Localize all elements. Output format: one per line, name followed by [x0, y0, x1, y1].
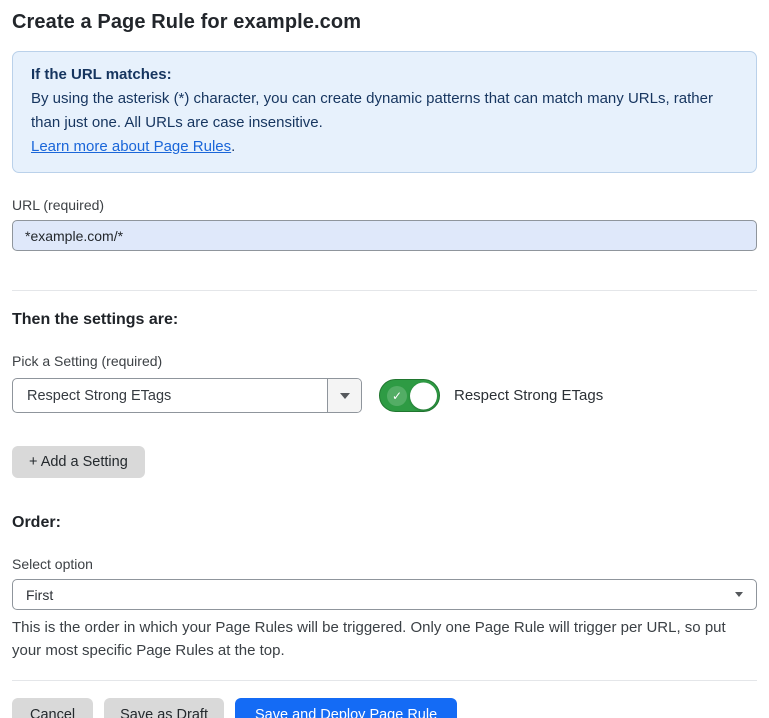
divider — [12, 290, 757, 291]
divider — [12, 680, 757, 681]
footer-actions: Cancel Save as Draft Save and Deploy Pag… — [12, 698, 757, 718]
pick-setting-label: Pick a Setting (required) — [12, 353, 757, 369]
check-icon: ✓ — [387, 386, 407, 406]
settings-section-heading: Then the settings are: — [12, 311, 757, 329]
add-setting-button[interactable]: + Add a Setting — [12, 446, 145, 478]
save-and-deploy-button[interactable]: Save and Deploy Page Rule — [235, 698, 457, 718]
info-box-body: By using the asterisk (*) character, you… — [31, 87, 738, 135]
save-as-draft-button[interactable]: Save as Draft — [104, 698, 224, 718]
respect-strong-etags-toggle[interactable]: ✓ — [379, 379, 440, 412]
info-box-link-line: Learn more about Page Rules. — [31, 135, 738, 159]
page-rule-form: Create a Page Rule for example.com If th… — [0, 11, 769, 718]
info-box-heading: If the URL matches: — [31, 63, 738, 87]
dropdown-arrow-icon — [340, 393, 350, 399]
order-select-label: Select option — [12, 556, 757, 572]
setting-dropdown-value: Respect Strong ETags — [13, 379, 327, 412]
setting-dropdown[interactable]: Respect Strong ETags — [12, 378, 362, 413]
setting-dropdown-arrow-button[interactable] — [327, 379, 361, 412]
link-suffix: . — [231, 138, 235, 155]
toggle-label: Respect Strong ETags — [454, 387, 603, 404]
setting-toggle-group: ✓ Respect Strong ETags — [379, 379, 603, 412]
order-select-value: First — [26, 587, 735, 603]
order-section-heading: Order: — [12, 514, 757, 532]
select-caret-icon — [735, 592, 743, 597]
page-title: Create a Page Rule for example.com — [12, 11, 757, 34]
url-input[interactable] — [12, 220, 757, 251]
toggle-knob — [410, 382, 437, 409]
url-field-label: URL (required) — [12, 197, 757, 213]
cancel-button[interactable]: Cancel — [12, 698, 93, 718]
url-match-info-box: If the URL matches: By using the asteris… — [12, 51, 757, 173]
learn-more-link[interactable]: Learn more about Page Rules — [31, 138, 231, 155]
order-select[interactable]: First — [12, 579, 757, 610]
order-help-text: This is the order in which your Page Rul… — [12, 616, 757, 662]
setting-row: Respect Strong ETags ✓ Respect Strong ET… — [12, 378, 757, 413]
